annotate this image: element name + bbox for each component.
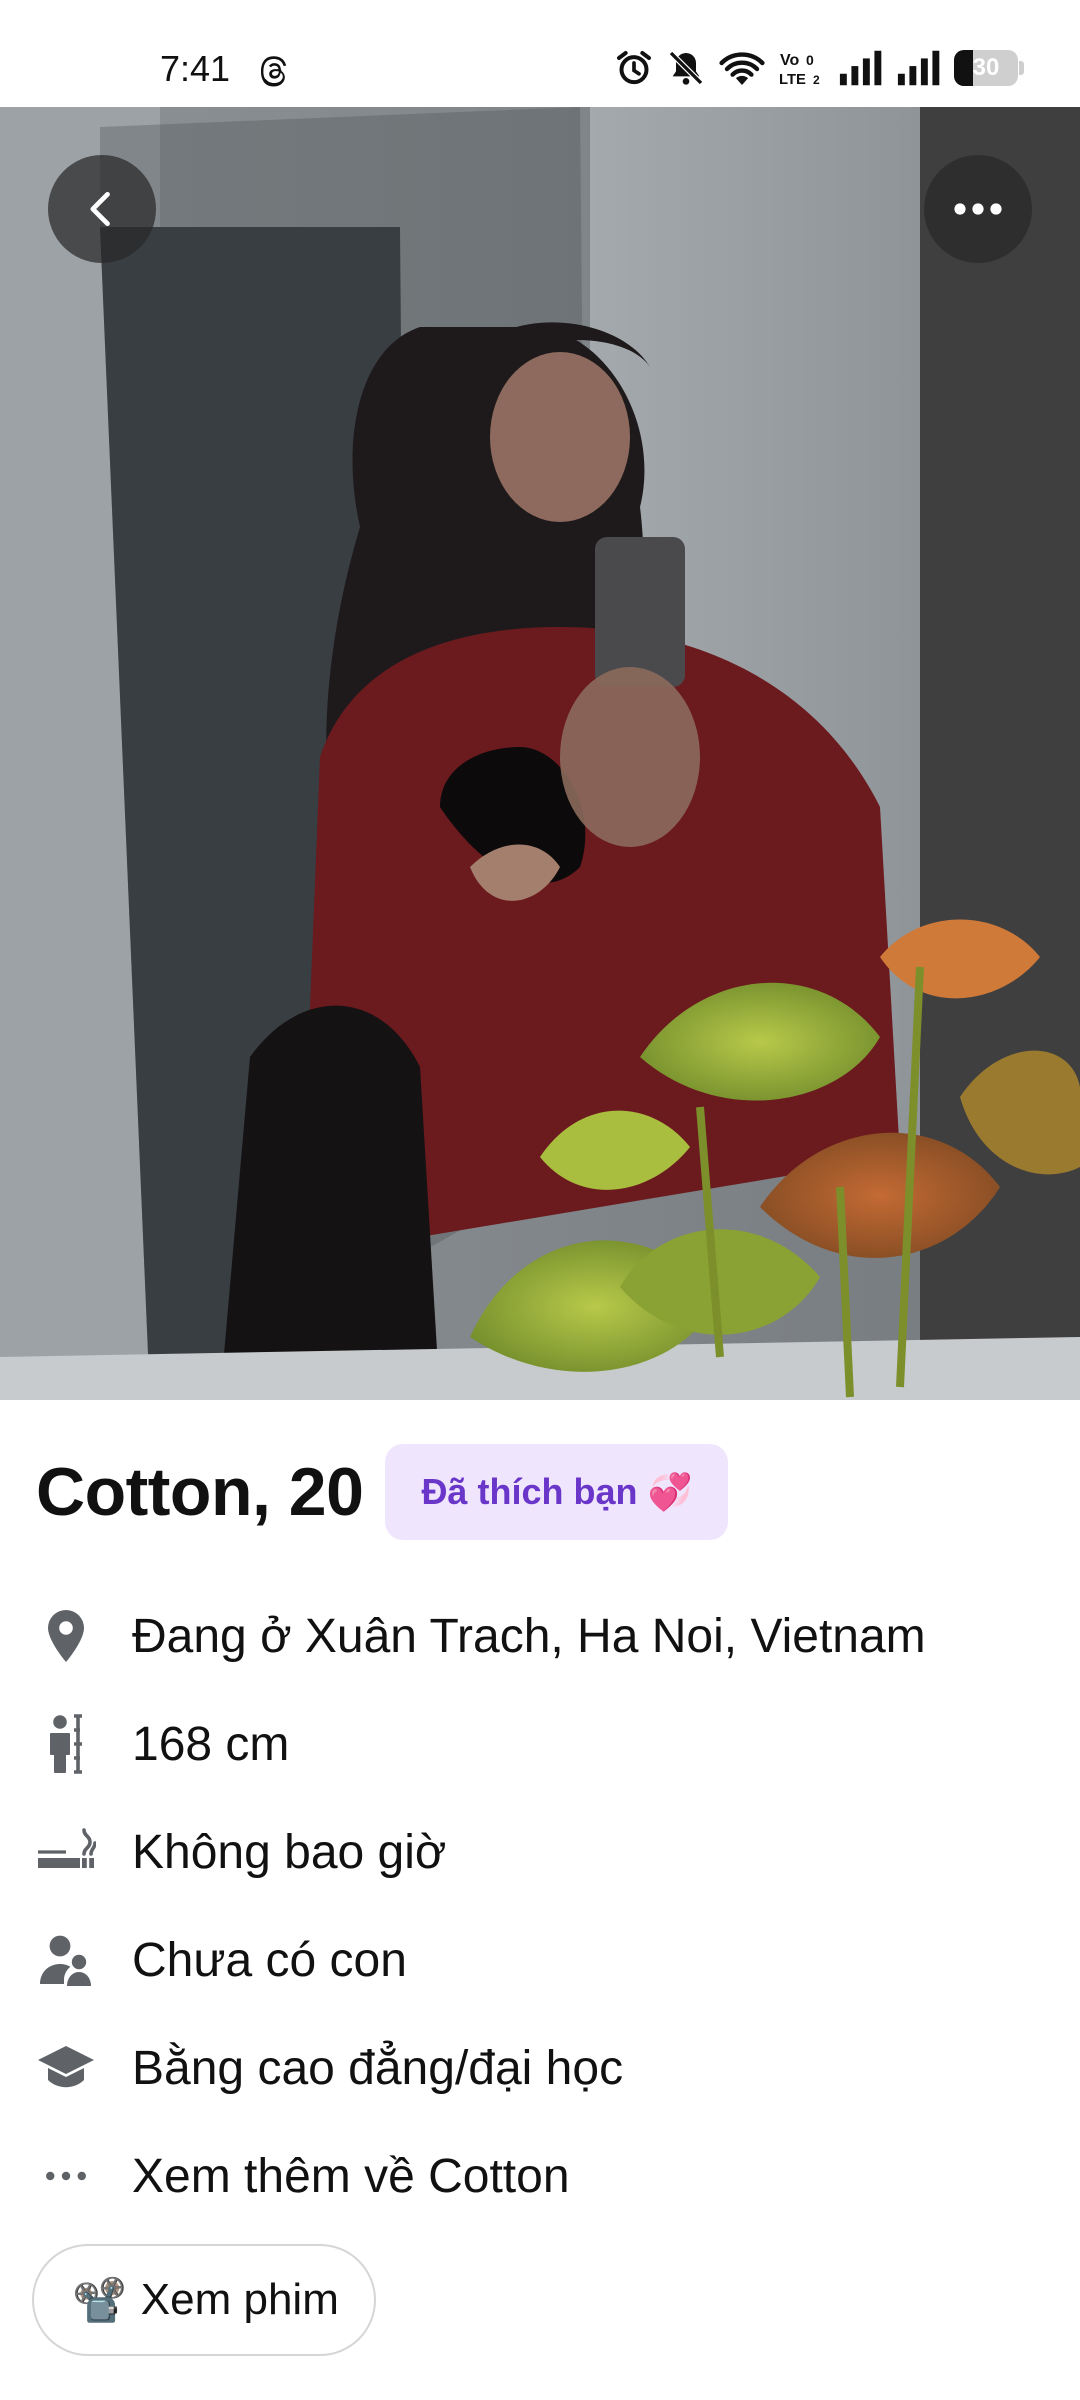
signal-icon	[839, 50, 882, 86]
detail-text: Không bao giờ	[132, 1825, 447, 1879]
more-options-button[interactable]	[924, 155, 1032, 263]
detail-children: Chưa có con	[0, 1906, 1080, 2014]
chevron-left-icon	[90, 191, 110, 227]
back-button[interactable]	[48, 155, 156, 263]
volte-icon: Vo 0LTE 2	[779, 52, 820, 88]
battery-level: 30	[972, 54, 1000, 81]
profile-header: Cotton, 20 Đã thích bạn 💞	[36, 1444, 729, 1540]
alarm-icon	[617, 51, 651, 85]
watch-movie-button[interactable]: 📽️ Xem phim	[32, 2244, 376, 2356]
detail-text: 168 cm	[132, 1717, 290, 1771]
photo-scene	[0, 107, 1080, 1400]
liked-badge-label: Đã thích bạn	[421, 1471, 638, 1512]
svg-text:LTE: LTE	[779, 72, 806, 88]
profile-name-age: Cotton, 20	[36, 1454, 364, 1530]
detail-height: 168 cm	[0, 1690, 1080, 1798]
detail-see-more[interactable]: Xem thêm về Cotton	[0, 2122, 1080, 2230]
detail-text: Đang ở Xuân Trach, Ha Noi, Vietnam	[132, 1609, 926, 1663]
detail-smoking: Không bao giờ	[0, 1798, 1080, 1906]
profile-photo[interactable]	[0, 107, 1080, 1400]
wifi-icon	[719, 52, 765, 85]
more-dots-icon	[36, 2146, 96, 2206]
svg-text:2: 2	[813, 73, 820, 87]
location-pin-icon	[36, 1606, 96, 1666]
status-icons: Vo 0 LTE 2 30	[614, 46, 1024, 90]
svg-text:0: 0	[806, 52, 814, 68]
battery-icon: 30	[954, 50, 1024, 86]
see-more-link[interactable]: Xem thêm về Cotton	[132, 2149, 570, 2204]
detail-location: Đang ở Xuân Trach, Ha Noi, Vietnam	[0, 1582, 1080, 1690]
detail-text: Chưa có con	[132, 1933, 407, 1987]
education-cap-icon	[36, 2038, 96, 2098]
threads-icon	[260, 56, 287, 87]
more-horizontal-icon	[954, 203, 1002, 215]
mute-icon	[668, 50, 704, 86]
children-icon	[36, 1930, 96, 1990]
profile-details: Đang ở Xuân Trach, Ha Noi, Vietnam 168 c…	[0, 1582, 1080, 2230]
status-bar: 7:41 Vo 0 LTE 2 30	[0, 0, 1080, 107]
signal-icon	[897, 50, 940, 86]
smoking-icon	[36, 1822, 96, 1882]
detail-education: Bằng cao đẳng/đại học	[0, 2014, 1080, 2122]
height-icon	[36, 1714, 96, 1774]
liked-you-badge: Đã thích bạn 💞	[385, 1444, 729, 1540]
detail-text: Bằng cao đẳng/đại học	[132, 2041, 624, 2095]
watch-movie-label: Xem phim	[140, 2275, 339, 2324]
status-time: 7:41	[160, 48, 231, 89]
projector-emoji: 📽️	[72, 2276, 127, 2325]
hearts-emoji: 💞	[647, 1471, 693, 1512]
svg-text:Vo: Vo	[780, 52, 799, 69]
